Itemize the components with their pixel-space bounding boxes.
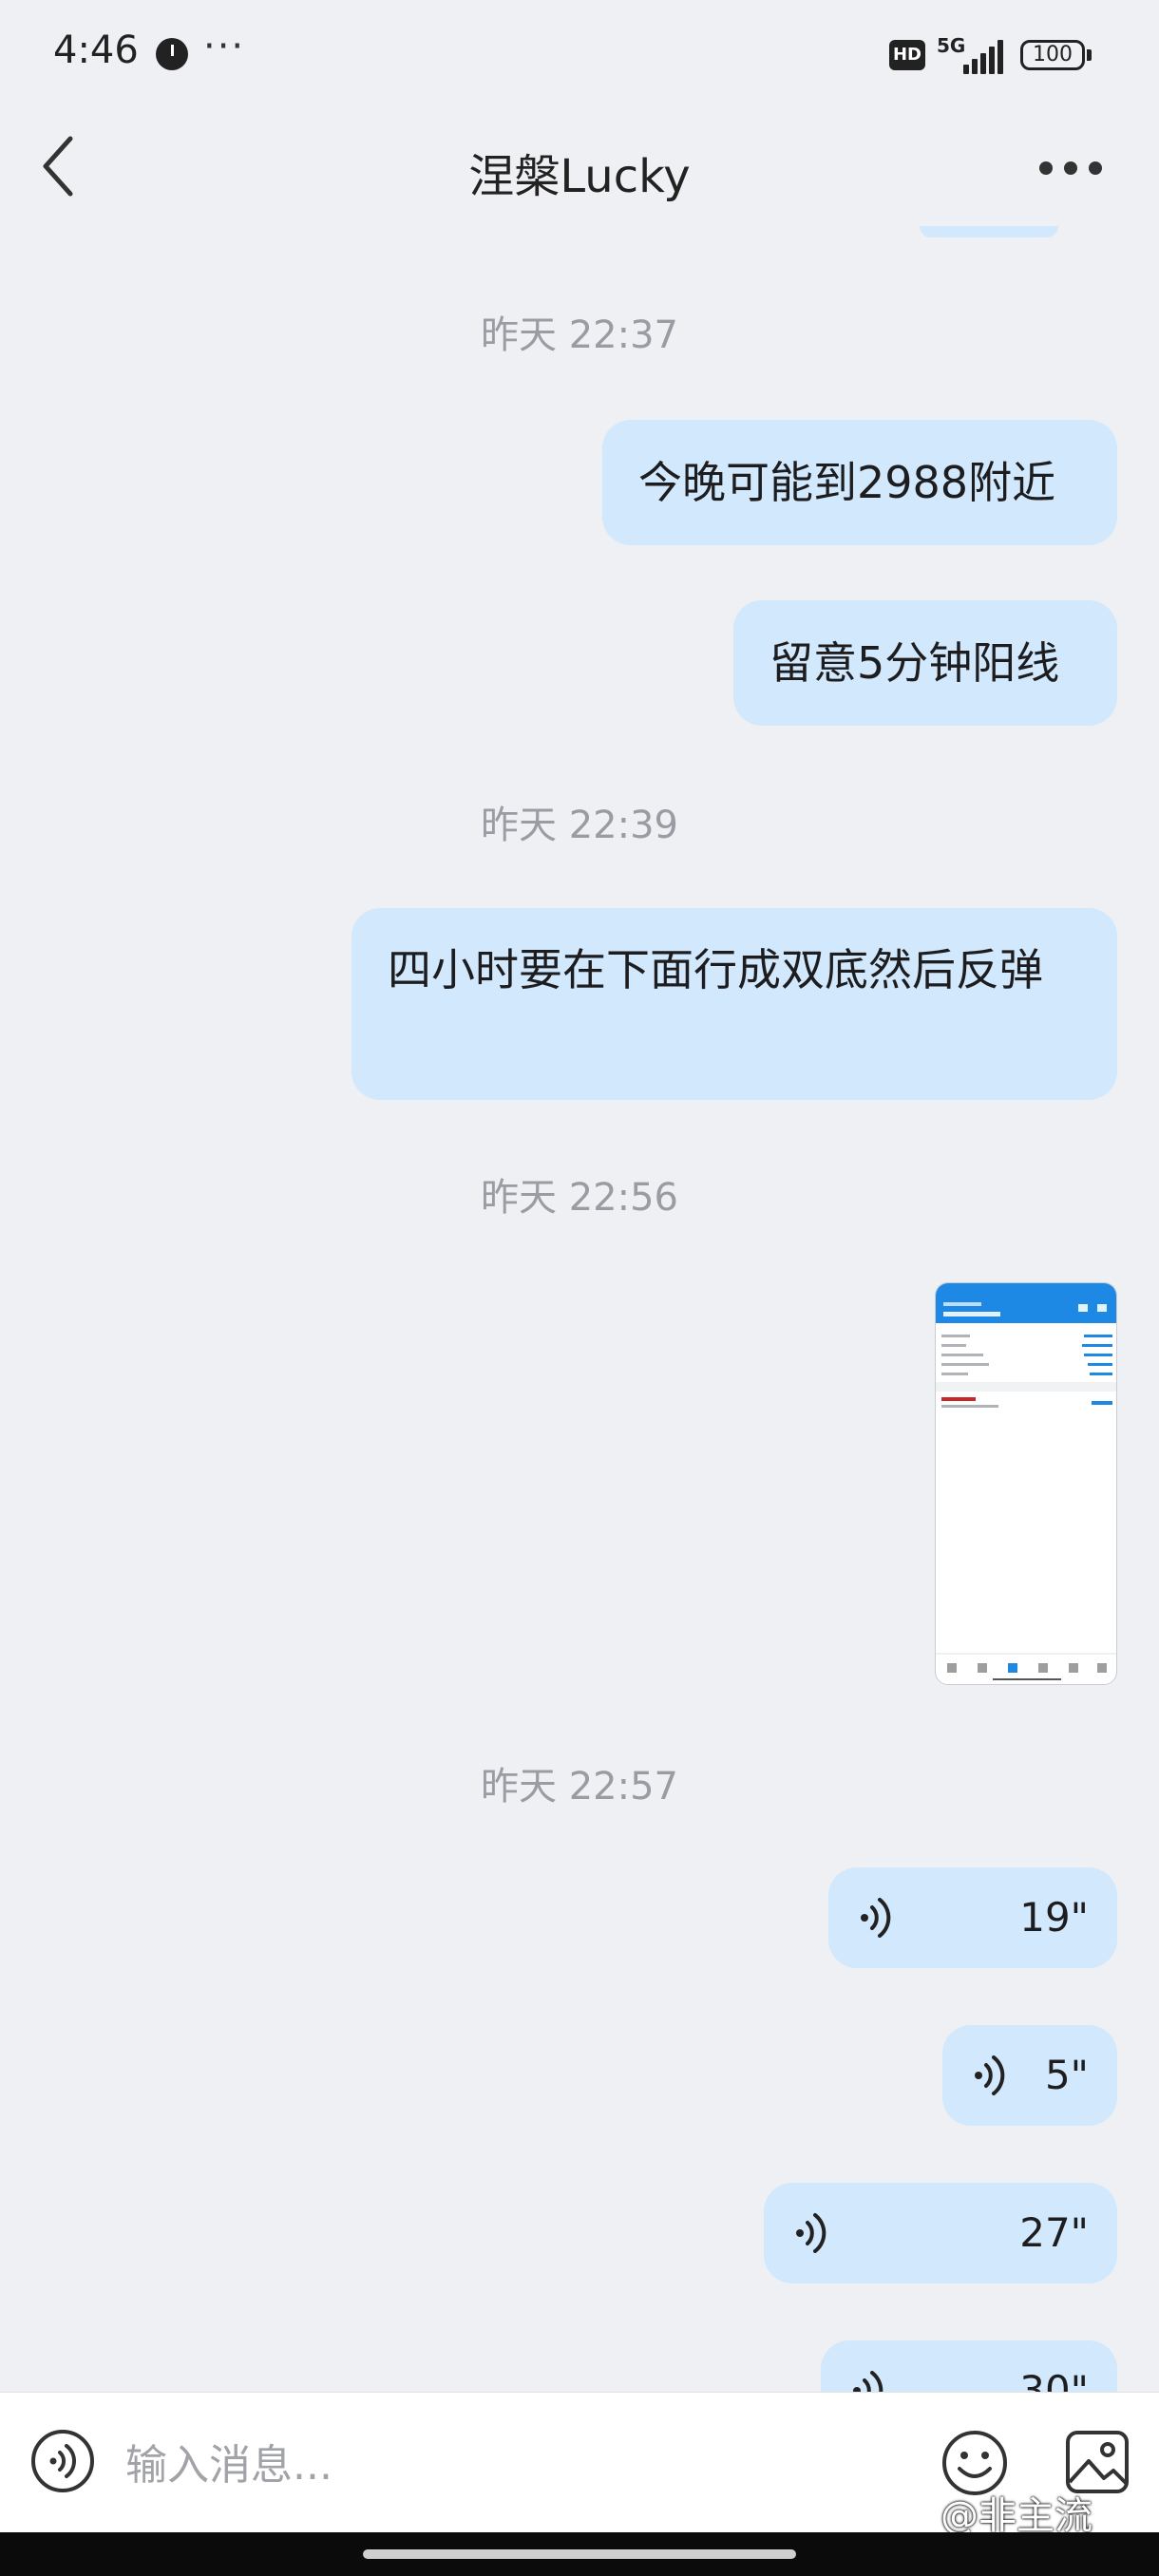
timestamp: 昨天 22:56 (481, 1176, 678, 1220)
message-text: 四小时要在下面行成双底然后反弹 (388, 944, 1043, 995)
timestamp: 昨天 22:37 (481, 313, 678, 357)
voice-message[interactable]: 5" (942, 2025, 1117, 2126)
voice-message[interactable]: 19" (828, 1867, 1117, 1968)
partial-bubble (920, 226, 1058, 237)
voice-icon (861, 1898, 891, 1938)
screenshot-thumbnail (936, 1283, 1116, 1680)
battery-tip (1087, 49, 1092, 61)
chat-title: 涅槃Lucky (468, 150, 691, 203)
voice-message[interactable]: 27" (764, 2183, 1117, 2283)
home-indicator[interactable] (363, 2549, 796, 2559)
timestamp: 昨天 22:57 (481, 1765, 678, 1809)
status-more-dots: ··· (203, 25, 246, 68)
battery-icon: 100 (1020, 40, 1085, 70)
message-input[interactable] (124, 2431, 906, 2499)
voice-duration: 5" (1044, 2052, 1089, 2098)
clock-icon (156, 38, 188, 70)
voice-duration: 19" (1019, 1894, 1089, 1941)
back-arrow-icon (43, 136, 73, 197)
message-bubble[interactable]: 四小时要在下面行成双底然后反弹 (352, 908, 1117, 1100)
network-label: 5G (937, 34, 966, 57)
message-bubble[interactable]: 今晚可能到2988附近 (602, 420, 1117, 545)
voice-duration: 27" (1019, 2209, 1089, 2256)
image-message[interactable] (935, 1282, 1117, 1685)
message-bubble[interactable]: 留意5分钟阳线 (733, 600, 1117, 726)
voice-input-button[interactable] (30, 2429, 95, 2493)
voice-toggle-icon (31, 2430, 94, 2492)
message-text: 留意5分钟阳线 (770, 637, 1060, 689)
status-bar: 4:46 ··· HD 5G 100 (0, 0, 1159, 104)
hd-badge: HD (889, 40, 925, 70)
timestamp: 昨天 22:39 (481, 804, 678, 847)
status-time: 4:46 (53, 28, 139, 72)
voice-icon (796, 2213, 826, 2253)
more-button[interactable] (1026, 142, 1117, 190)
chat-header: 涅槃Lucky (0, 104, 1159, 228)
signal-icon (963, 40, 1005, 74)
back-button[interactable] (32, 133, 99, 199)
voice-icon (975, 2055, 1005, 2095)
message-text: 今晚可能到2988附近 (638, 457, 1056, 508)
system-nav-bar (0, 2532, 1159, 2576)
